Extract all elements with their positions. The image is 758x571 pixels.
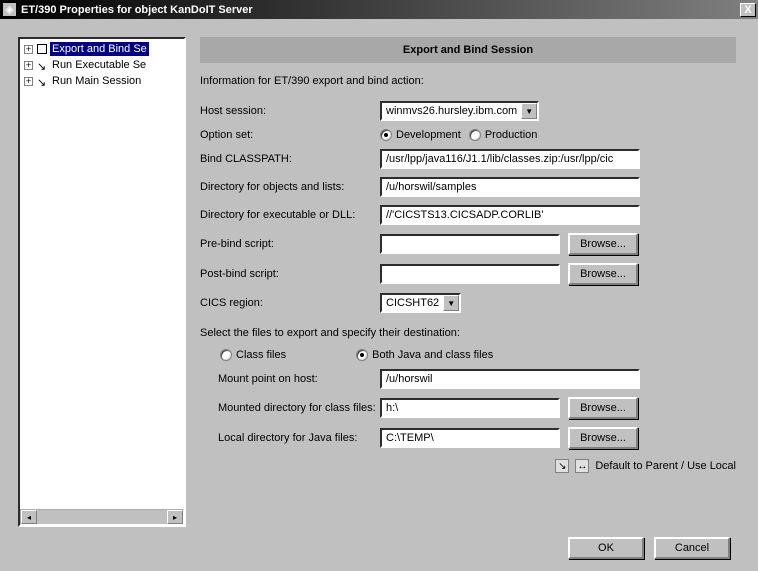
scroll-left-button[interactable]: ◂ bbox=[21, 510, 37, 524]
run-icon: ↘ bbox=[37, 60, 47, 70]
local-dir-label: Local directory for Java files: bbox=[200, 432, 380, 444]
tree-item-run-executable[interactable]: + ↘ Run Executable Se bbox=[22, 57, 182, 73]
radio-icon bbox=[380, 129, 392, 141]
host-session-label: Host session: bbox=[200, 105, 380, 117]
dropdown-value: CICSHT62 bbox=[382, 297, 443, 309]
info-text: Information for ET/390 export and bind a… bbox=[200, 75, 736, 87]
local-icon: ↔ bbox=[575, 459, 589, 473]
pre-bind-label: Pre-bind script: bbox=[200, 238, 380, 250]
chevron-down-icon[interactable]: ▼ bbox=[521, 103, 537, 119]
pre-bind-input[interactable] bbox=[380, 234, 560, 254]
dir-exec-label: Directory for executable or DLL: bbox=[200, 209, 380, 221]
expand-icon[interactable]: + bbox=[24, 61, 33, 70]
radio-icon bbox=[469, 129, 481, 141]
app-icon: ◈ bbox=[2, 2, 17, 17]
title-bar: ◈ ET/390 Properties for object KanDoIT S… bbox=[0, 0, 758, 19]
dir-objects-input[interactable]: /u/horswil/samples bbox=[380, 177, 640, 197]
cics-region-label: CICS region: bbox=[200, 297, 380, 309]
post-bind-input[interactable] bbox=[380, 264, 560, 284]
option-set-label: Option set: bbox=[200, 129, 380, 141]
tree-scrollbar: ◂ ▸ bbox=[20, 509, 184, 525]
mount-point-input[interactable]: /u/horswil bbox=[380, 369, 640, 389]
local-dir-input[interactable]: C:\TEMP\ bbox=[380, 428, 560, 448]
expand-icon[interactable]: + bbox=[24, 45, 33, 54]
tree-item-export-bind[interactable]: + Export and Bind Se bbox=[22, 41, 182, 57]
run-icon: ↘ bbox=[37, 76, 47, 86]
mounted-dir-browse-button[interactable]: Browse... bbox=[568, 397, 638, 419]
expand-icon[interactable]: + bbox=[24, 77, 33, 86]
cancel-button[interactable]: Cancel bbox=[654, 537, 730, 559]
dropdown-value: winmvs26.hursley.ibm.com bbox=[382, 105, 521, 117]
post-bind-label: Post-bind script: bbox=[200, 268, 380, 280]
host-session-dropdown[interactable]: winmvs26.hursley.ibm.com ▼ bbox=[380, 101, 539, 121]
window-title: ET/390 Properties for object KanDoIT Ser… bbox=[21, 4, 740, 16]
scroll-right-button[interactable]: ▸ bbox=[167, 510, 183, 524]
parent-icon: ↘ bbox=[555, 459, 569, 473]
tree-panel: + Export and Bind Se + ↘ Run Executable … bbox=[18, 37, 186, 527]
tree-item-run-main[interactable]: + ↘ Run Main Session bbox=[22, 73, 182, 89]
dir-objects-label: Directory for objects and lists: bbox=[200, 181, 380, 193]
dialog-buttons: OK Cancel bbox=[18, 527, 740, 559]
session-icon bbox=[37, 44, 47, 54]
ok-button[interactable]: OK bbox=[568, 537, 644, 559]
pre-bind-browse-button[interactable]: Browse... bbox=[568, 233, 638, 255]
local-dir-browse-button[interactable]: Browse... bbox=[568, 427, 638, 449]
files-prompt: Select the files to export and specify t… bbox=[200, 327, 736, 339]
session-header: Export and Bind Session bbox=[200, 37, 736, 63]
option-set-production[interactable]: Production bbox=[469, 129, 538, 141]
file-type-both[interactable]: Both Java and class files bbox=[356, 349, 493, 361]
default-parent-label: Default to Parent / Use Local bbox=[595, 460, 736, 472]
bind-classpath-label: Bind CLASSPATH: bbox=[200, 153, 380, 165]
post-bind-browse-button[interactable]: Browse... bbox=[568, 263, 638, 285]
mounted-dir-label: Mounted directory for class files: bbox=[200, 402, 380, 414]
radio-label: Both Java and class files bbox=[372, 349, 493, 361]
mounted-dir-input[interactable]: h:\ bbox=[380, 398, 560, 418]
tree-item-label: Run Executable Se bbox=[50, 58, 148, 72]
properties-pane: Export and Bind Session Information for … bbox=[200, 37, 740, 527]
mount-point-label: Mount point on host: bbox=[200, 373, 380, 385]
tree-item-label: Export and Bind Se bbox=[50, 42, 149, 56]
default-parent-line: ↘ ↔ Default to Parent / Use Local bbox=[200, 459, 736, 473]
dir-exec-input[interactable]: //'CICSTS13.CICSADP.CORLIB' bbox=[380, 205, 640, 225]
radio-label: Development bbox=[396, 129, 461, 141]
radio-icon bbox=[220, 349, 232, 361]
file-type-class[interactable]: Class files bbox=[220, 349, 286, 361]
option-set-development[interactable]: Development bbox=[380, 129, 461, 141]
tree-item-label: Run Main Session bbox=[50, 74, 143, 88]
radio-label: Class files bbox=[236, 349, 286, 361]
close-button[interactable]: X bbox=[740, 3, 756, 17]
chevron-down-icon[interactable]: ▼ bbox=[443, 295, 459, 311]
radio-label: Production bbox=[485, 129, 538, 141]
bind-classpath-input[interactable]: /usr/lpp/java116/J1.1/lib/classes.zip:/u… bbox=[380, 149, 640, 169]
radio-icon bbox=[356, 349, 368, 361]
cics-region-dropdown[interactable]: CICSHT62 ▼ bbox=[380, 293, 461, 313]
